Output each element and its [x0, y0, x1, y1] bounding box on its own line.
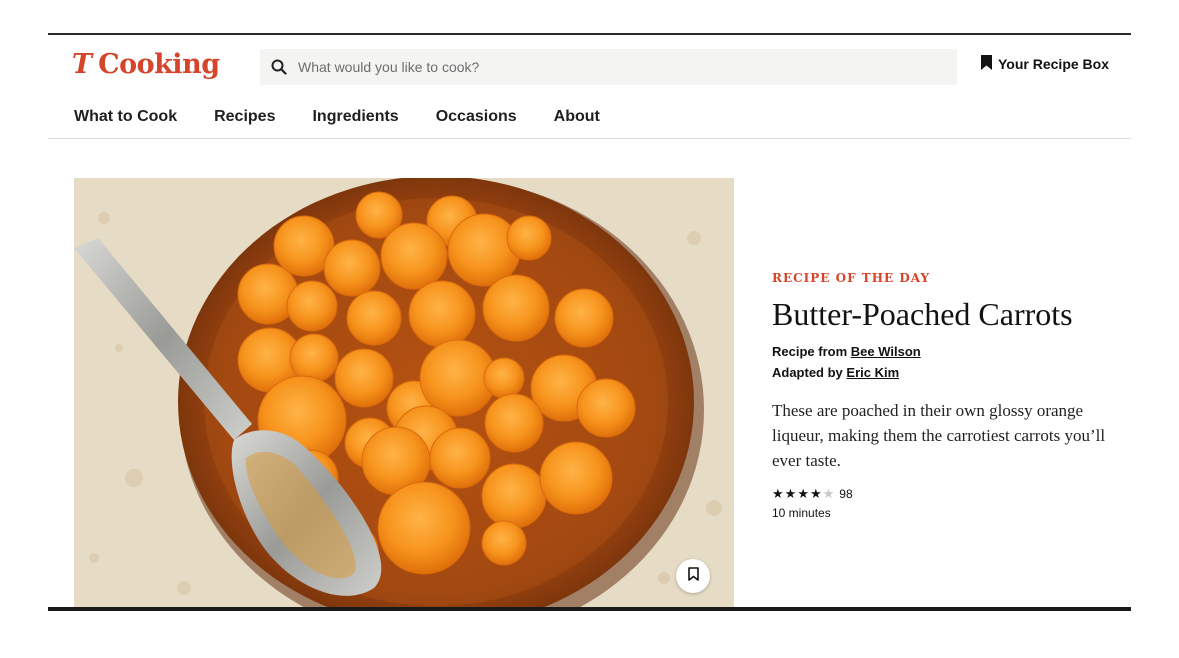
nav-item-about[interactable]: About	[554, 108, 600, 126]
star-filled-icon: ★	[809, 486, 823, 502]
recipe-rating: ★★★★★ 98	[772, 486, 1127, 502]
author-link-eric-kim[interactable]: Eric Kim	[846, 365, 899, 380]
cook-time: 10 minutes	[772, 506, 831, 521]
star-filled-icon: ★	[797, 486, 810, 502]
recipe-box-label: Your Recipe Box	[998, 56, 1109, 72]
recipe-description: These are poached in their own glossy or…	[772, 401, 1106, 471]
logo-text: Cooking	[98, 49, 220, 80]
recipe-from-label: Recipe from	[772, 344, 848, 360]
recipe-hero-image[interactable]	[74, 178, 734, 610]
star-filled-icon: ★	[784, 486, 798, 502]
save-bookmark-icon	[687, 566, 699, 586]
main-nav: What to Cook Recipes Ingredients Occasio…	[48, 99, 1131, 139]
bookmark-icon	[981, 55, 992, 73]
recipe-byline: Recipe from Bee Wilson Adapted by Eric K…	[772, 341, 1127, 383]
site-header: T Cooking Your Recipe Box	[48, 35, 1131, 99]
recipe-info: RECIPE OF THE DAY Butter-Poached Carrots…	[772, 271, 1127, 520]
rating-count: 98	[839, 487, 853, 502]
search-icon[interactable]	[260, 49, 298, 85]
nyt-logo-mark: T	[72, 49, 93, 80]
nav-item-what-to-cook[interactable]: What to Cook	[74, 108, 177, 126]
star-filled-icon: ★	[772, 486, 785, 502]
search-input[interactable]	[298, 50, 938, 84]
nav-item-ingredients[interactable]: Ingredients	[312, 108, 398, 126]
adapted-by-label: Adapted by	[772, 365, 843, 381]
recipe-kicker: RECIPE OF THE DAY	[772, 271, 931, 285]
page-frame: T Cooking Your Recipe Box What to Cook	[48, 33, 1131, 611]
carrots-photo	[74, 178, 734, 610]
nav-item-recipes[interactable]: Recipes	[214, 108, 275, 126]
bottom-rule	[48, 607, 1131, 611]
star-rating: ★★★★★	[772, 486, 835, 502]
nyt-cooking-logo[interactable]: T Cooking	[72, 51, 220, 78]
author-link-bee-wilson[interactable]: Bee Wilson	[851, 344, 921, 359]
save-recipe-button[interactable]	[676, 559, 710, 593]
recipe-title[interactable]: Butter-Poached Carrots	[772, 296, 1127, 332]
recipe-box-link[interactable]: Your Recipe Box	[981, 55, 1109, 73]
star-empty-icon: ★	[822, 486, 836, 502]
nav-item-occasions[interactable]: Occasions	[436, 108, 517, 126]
search-bar[interactable]	[260, 49, 957, 85]
